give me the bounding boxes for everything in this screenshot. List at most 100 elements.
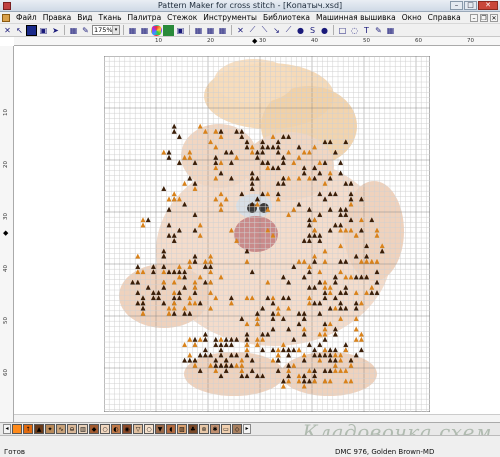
ruler-label: 60 — [3, 369, 9, 376]
ruler-label: 30 — [3, 213, 9, 220]
fill-bucket-icon[interactable]: ▣ — [38, 25, 49, 36]
palette-square-icon[interactable] — [163, 24, 174, 36]
toolbar: ✕ ↖ ▣ ➤ ▦ ✎ 175% ▾ ▦ ▦ ▣ ▦ ▦ ▦ ✕ ⟋ ⟍ ↘ ⟋… — [0, 24, 500, 37]
palette-swatch[interactable]: ⊚ — [199, 424, 209, 434]
bead-icon[interactable]: ● — [295, 25, 306, 36]
separator — [64, 25, 65, 35]
select-arrow-icon[interactable]: ↖ — [14, 25, 25, 36]
separator — [231, 25, 232, 35]
color-wheel-icon[interactable] — [151, 24, 162, 36]
palette-swatch[interactable]: ◇ — [232, 424, 242, 434]
selected-thread-status: DMC 976, Golden Brown-MD — [335, 448, 435, 456]
palette-swatch[interactable]: ▼ — [155, 424, 165, 434]
menu-view[interactable]: Вид — [74, 13, 95, 22]
palette-swatch[interactable]: ✱ — [210, 424, 220, 434]
grid-small-icon[interactable]: ▦ — [127, 25, 138, 36]
menu-machine-embroidery[interactable]: Машинная вышивка — [313, 13, 399, 22]
left-ruler: 10 20 30 40 50 60 ◆ — [0, 46, 14, 422]
pattern-icon[interactable]: ▦ — [385, 25, 396, 36]
palette-swatch[interactable]: ◐ — [111, 424, 121, 434]
palette-swatch[interactable]: ▽ — [133, 424, 143, 434]
pointer-icon[interactable]: ➤ — [50, 25, 61, 36]
palette-swatch[interactable]: ↑ — [23, 424, 33, 434]
menu-palette[interactable]: Палитра — [125, 13, 165, 22]
french-knot-icon[interactable]: ● — [319, 25, 330, 36]
half-grid-icon[interactable]: ▦ — [217, 25, 228, 36]
palette-swatch[interactable]: ✦ — [45, 424, 55, 434]
ruler-label: 50 — [363, 38, 370, 44]
zoom-value: 175% — [94, 26, 113, 34]
ruler-position-marker[interactable]: ◆ — [252, 37, 257, 45]
palette-scroll-left-button[interactable]: ◂ — [3, 424, 11, 434]
palette-swatch[interactable]: ♣ — [188, 424, 198, 434]
close-button[interactable]: ✕ — [478, 1, 498, 10]
menu-file[interactable]: Файл — [13, 13, 40, 22]
menu-bar: Файл Правка Вид Ткань Палитра Стежок Инс… — [0, 12, 500, 24]
lasso-icon[interactable]: ◌ — [349, 25, 360, 36]
separator — [123, 25, 124, 35]
text-tool-icon[interactable]: T — [361, 25, 372, 36]
eyedropper-icon[interactable]: ✎ — [80, 25, 91, 36]
full-cross-icon[interactable]: ✕ — [235, 25, 246, 36]
quarter-stitch-icon[interactable]: ⟍ — [259, 25, 270, 36]
menu-library[interactable]: Библиотека — [260, 13, 313, 22]
ruler-label: 20 — [207, 38, 214, 44]
brush-icon[interactable]: ✎ — [373, 25, 384, 36]
palette-swatch[interactable]: ▭ — [221, 424, 231, 434]
status-text: Готов — [4, 448, 26, 456]
specialty-stitch-icon[interactable]: S — [307, 25, 318, 36]
separator — [189, 25, 190, 35]
ruler-label: 40 — [311, 38, 318, 44]
window-title: Pattern Maker for cross stitch - [Копаты… — [157, 1, 343, 10]
ruler-label: 60 — [415, 38, 422, 44]
doc-minimize-button[interactable]: – — [470, 13, 478, 22]
palette-swatch[interactable]: ○ — [100, 424, 110, 434]
menu-stitch[interactable]: Стежок — [164, 13, 200, 22]
ruler-label: 20 — [3, 161, 9, 168]
palette-swatch[interactable]: ▥ — [78, 424, 88, 434]
grid-large-icon[interactable]: ▦ — [193, 25, 204, 36]
quarter-grid-icon[interactable]: ▦ — [205, 25, 216, 36]
palette-swatch[interactable]: ◖ — [166, 424, 176, 434]
maximize-button[interactable]: □ — [464, 1, 477, 10]
doc-close-button[interactable]: ✕ — [490, 13, 498, 22]
doc-restore-button[interactable]: ❐ — [480, 13, 488, 22]
grid-icon[interactable]: ▦ — [68, 25, 79, 36]
rect-select-icon[interactable]: □ — [337, 25, 348, 36]
palette-swatch[interactable]: ○ — [144, 424, 154, 434]
title-bar: Pattern Maker for cross stitch - [Копаты… — [0, 0, 500, 12]
top-ruler: 10 20 30 40 50 60 70 ◆ — [14, 37, 500, 46]
status-bar: Готов DMC 976, Golden Brown-MD — [0, 435, 500, 457]
palette-swatch[interactable]: ◉ — [122, 424, 132, 434]
color-square-icon[interactable] — [26, 24, 37, 36]
close-icon[interactable]: ✕ — [2, 25, 13, 36]
menu-help[interactable]: Справка — [425, 13, 464, 22]
palette-swatch[interactable]: ◆ — [89, 424, 99, 434]
document-icon[interactable] — [2, 13, 10, 22]
minimize-button[interactable]: – — [450, 1, 463, 10]
separator — [333, 25, 334, 35]
menu-fabric[interactable]: Ткань — [96, 13, 125, 22]
chevron-down-icon: ▾ — [112, 26, 119, 34]
backstitch-icon[interactable]: ↘ — [271, 25, 282, 36]
menu-window[interactable]: Окно — [399, 13, 425, 22]
palette-swatch[interactable]: ▨ — [177, 424, 187, 434]
palette-swatch[interactable] — [12, 424, 22, 434]
ruler-position-marker[interactable]: ◆ — [3, 229, 8, 237]
ruler-label: 10 — [155, 38, 162, 44]
palette-swatch[interactable]: ▲ — [34, 424, 44, 434]
palette-scroll-right-button[interactable]: ▸ — [243, 424, 251, 434]
half-stitch-icon[interactable]: ⟋ — [247, 25, 258, 36]
ruler-label: 10 — [3, 109, 9, 116]
cross-stitch-pattern[interactable] — [104, 56, 430, 412]
zoom-select[interactable]: 175% ▾ — [92, 25, 120, 35]
ruler-label: 70 — [467, 38, 474, 44]
fill-icon[interactable]: ▣ — [175, 25, 186, 36]
grid-medium-icon[interactable]: ▦ — [139, 25, 150, 36]
long-stitch-icon[interactable]: ⟋ — [283, 25, 294, 36]
palette-swatch[interactable]: ⊖ — [67, 424, 77, 434]
palette-swatch[interactable]: ∿ — [56, 424, 66, 434]
menu-edit[interactable]: Правка — [40, 13, 75, 22]
menu-tools[interactable]: Инструменты — [200, 13, 260, 22]
ruler-label: 30 — [259, 38, 266, 44]
